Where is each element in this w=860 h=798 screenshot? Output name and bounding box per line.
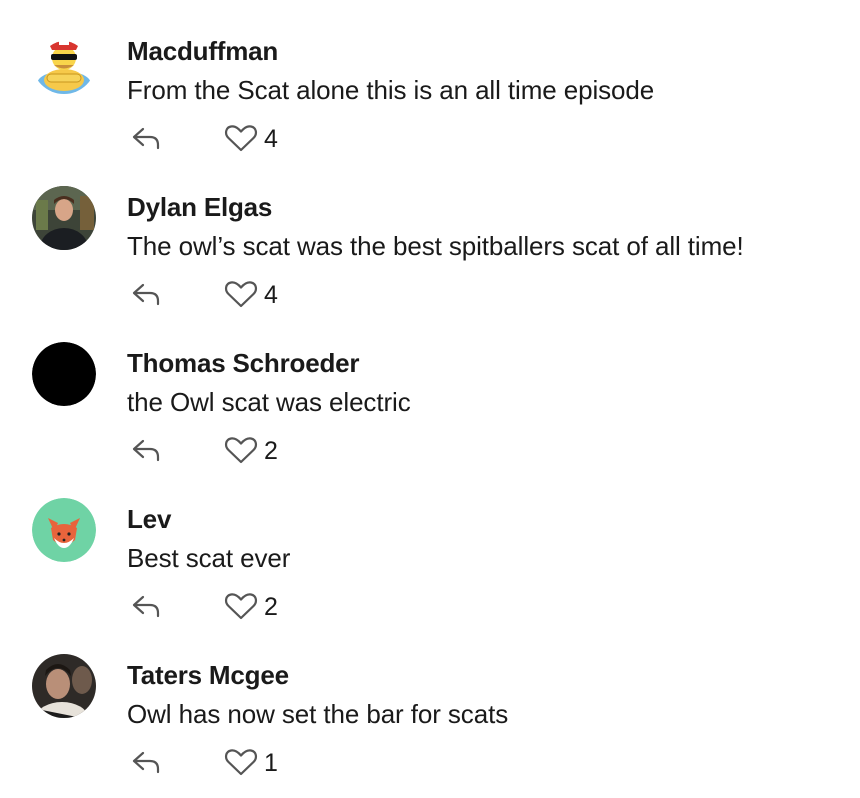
comment-item: Taters Mcgee Owl has now set the bar for… — [0, 624, 860, 780]
like-count: 2 — [264, 592, 278, 621]
comment-item: Macduffman From the Scat alone this is a… — [0, 0, 860, 156]
comment-author[interactable]: Dylan Elgas — [127, 192, 272, 223]
comment-text: The owl’s scat was the best spitballers … — [127, 231, 744, 261]
comment-item: Dylan Elgas The owl’s scat was the best … — [0, 156, 860, 312]
avatar[interactable] — [32, 186, 96, 250]
reply-button[interactable] — [130, 436, 162, 464]
like-button[interactable]: 2 — [224, 590, 278, 622]
comment-item: Thomas Schroeder the Owl scat was electr… — [0, 312, 860, 468]
reply-button[interactable] — [130, 592, 162, 620]
like-button[interactable]: 2 — [224, 434, 278, 466]
avatar[interactable] — [32, 498, 96, 562]
comment-author[interactable]: Lev — [127, 504, 171, 535]
like-button[interactable]: 4 — [224, 122, 278, 154]
comment-item: Lev Best scat ever 2 — [0, 468, 860, 624]
heart-outline-icon — [224, 593, 258, 620]
heart-outline-icon — [224, 437, 258, 464]
like-button[interactable]: 1 — [224, 746, 278, 778]
comment-author[interactable]: Macduffman — [127, 36, 278, 67]
reply-arrow-icon — [132, 283, 160, 306]
comment-text: Owl has now set the bar for scats — [127, 699, 509, 729]
comment-author[interactable]: Thomas Schroeder — [127, 348, 360, 379]
comment-text: From the Scat alone this is an all time … — [127, 75, 655, 105]
heart-outline-icon — [224, 749, 258, 776]
comment-text: the Owl scat was electric — [127, 387, 411, 417]
like-count: 4 — [264, 124, 278, 153]
reply-button[interactable] — [130, 748, 162, 776]
reply-arrow-icon — [132, 439, 160, 462]
reply-arrow-icon — [132, 127, 160, 150]
avatar[interactable] — [32, 654, 96, 718]
heart-outline-icon — [224, 281, 258, 308]
like-count: 4 — [264, 280, 278, 309]
like-count: 2 — [264, 436, 278, 465]
reply-arrow-icon — [132, 595, 160, 618]
like-count: 1 — [264, 748, 278, 777]
avatar[interactable] — [32, 30, 96, 94]
comment-author[interactable]: Taters Mcgee — [127, 660, 289, 691]
like-button[interactable]: 4 — [224, 278, 278, 310]
avatar[interactable] — [32, 342, 96, 406]
comment-text: Best scat ever — [127, 543, 291, 573]
reply-button[interactable] — [130, 280, 162, 308]
reply-arrow-icon — [132, 751, 160, 774]
heart-outline-icon — [224, 125, 258, 152]
reply-button[interactable] — [130, 124, 162, 152]
